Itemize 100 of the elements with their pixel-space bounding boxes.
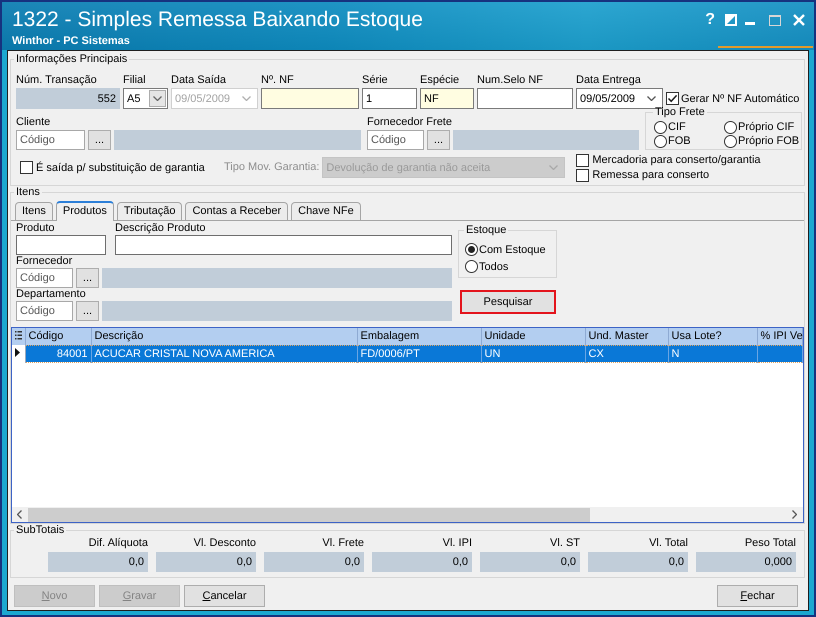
table-cell: UN [481,345,585,362]
list-icon[interactable] [15,330,22,340]
text-field[interactable]: NF [420,88,474,109]
chevron-down-icon [153,96,162,101]
readonly-field[interactable]: 0,000 [696,552,796,572]
lookup-button[interactable]: ... [76,301,99,321]
group-title: Informações Principais [15,53,128,66]
readonly-field[interactable]: 552 [16,88,120,109]
field-label: Cliente [16,116,50,129]
checkbox[interactable] [576,168,590,182]
radio-button[interactable] [654,134,667,148]
window-title: 1322 - Simples Remessa Baixando Estoque [12,8,423,32]
lookup-button[interactable]: ... [88,130,111,150]
field-label: Filial [123,74,146,87]
dropdown-button[interactable] [149,90,166,107]
radio-button[interactable] [654,120,667,134]
table-cell: 84001 [25,345,91,362]
text-field[interactable] [477,88,573,109]
horizontal-scrollbar[interactable] [12,507,803,522]
description-field[interactable] [102,268,452,288]
field-label: Vl. ST [550,537,580,550]
column-header[interactable]: Código [25,328,91,345]
radio-label: Todos [479,260,508,272]
field-label: Produto [16,222,55,235]
column-header[interactable]: Und. Master [585,328,668,345]
column-header[interactable]: Embalagem [357,328,481,345]
table-cell: CX [585,345,668,362]
field-label: Descrição Produto [115,222,206,235]
code-field[interactable]: Código [16,268,73,288]
tab[interactable]: Produtos [56,201,114,221]
lookup-button[interactable]: ... [76,268,99,288]
readonly-field[interactable]: 0,0 [480,552,580,572]
chevron-right-icon[interactable] [792,510,797,519]
checkbox[interactable] [576,154,590,166]
field-label: Fornecedor Frete [367,116,452,129]
field-label: Data Saída [171,74,226,87]
table-cell: N [668,345,757,362]
code-field[interactable]: Código [16,130,85,150]
column-header[interactable]: Usa Lote? [668,328,757,345]
code-field[interactable]: Código [16,301,73,321]
field-label: Departamento [16,288,86,301]
contrast-icon[interactable] [725,14,737,26]
text-field[interactable] [16,235,106,255]
readonly-field[interactable]: 0,0 [48,552,148,572]
code-field[interactable]: Código [367,130,424,150]
tab[interactable]: Itens [15,202,53,220]
field-label: Fornecedor [16,255,72,268]
readonly-field[interactable]: 0,0 [372,552,472,572]
checkbox-label: Gerar Nº NF Automático [681,92,800,104]
table-cell: FD/0006/PT [357,345,481,362]
tab[interactable]: Contas a Receber [185,202,288,220]
chevron-down-icon [549,165,558,170]
chevron-left-icon[interactable] [17,510,22,519]
radio-button[interactable] [724,120,737,134]
radio-label: FOB [668,135,691,147]
radio-button[interactable] [465,260,478,273]
radio-button[interactable] [465,243,478,256]
radio-label: Próprio FOB [738,135,800,147]
radio-button[interactable] [724,134,737,148]
chevron-down-icon [242,96,251,101]
triangle-right-icon [15,348,20,356]
group-title: Tipo Frete [654,106,706,119]
tab[interactable]: Tributação [116,202,182,220]
footer-button[interactable]: Fechar [717,585,798,607]
column-header[interactable]: Unidade [481,328,585,345]
table-row[interactable]: 84001 ACUCAR CRISTAL NOVA AMERICA FD/0006/PT UN CX N [12,345,802,362]
checkbox[interactable] [666,92,679,105]
field-label: Espécie [420,74,460,87]
search-button[interactable]: Pesquisar [460,290,556,314]
checkbox-label: Remessa para conserto [592,169,710,181]
dropdown[interactable]: A5 [123,88,168,109]
readonly-field[interactable]: 0,0 [156,552,256,572]
radio-label: CIF [668,121,686,133]
close-icon[interactable] [793,14,805,26]
field-label: Dif. Alíquota [88,537,148,550]
description-field[interactable] [453,130,639,150]
checkbox[interactable] [20,161,33,174]
field-label: Tipo Mov. Garantia: [224,161,320,174]
scrollbar-thumb[interactable] [28,508,590,522]
lookup-button[interactable]: ... [427,130,450,150]
field-label: Vl. Total [649,537,688,550]
column-header[interactable]: % IPI Ve [757,328,802,345]
text-field[interactable] [261,88,359,109]
field-label: Núm. Transação [16,74,97,87]
field-label: Vl. Desconto [194,537,256,550]
description-field[interactable] [114,130,361,150]
footer-button[interactable]: Cancelar [184,585,265,607]
checkbox-label: É saída p/ substituição de garantia [36,162,205,174]
field-label: Data Entrega [576,74,641,87]
radio-label: Próprio CIF [738,121,794,133]
text-field[interactable] [115,235,452,255]
tab[interactable]: Chave NFe [291,202,361,220]
readonly-field[interactable]: 0,0 [264,552,364,572]
column-header[interactable]: Descrição [91,328,357,345]
checkbox-label: Mercadoria para conserto/garantia [592,154,761,166]
field-label: Peso Total [744,537,796,550]
readonly-field[interactable]: 0,0 [588,552,688,572]
chevron-down-icon [647,96,656,101]
text-field[interactable]: 1 [362,88,417,109]
description-field[interactable] [102,301,452,321]
